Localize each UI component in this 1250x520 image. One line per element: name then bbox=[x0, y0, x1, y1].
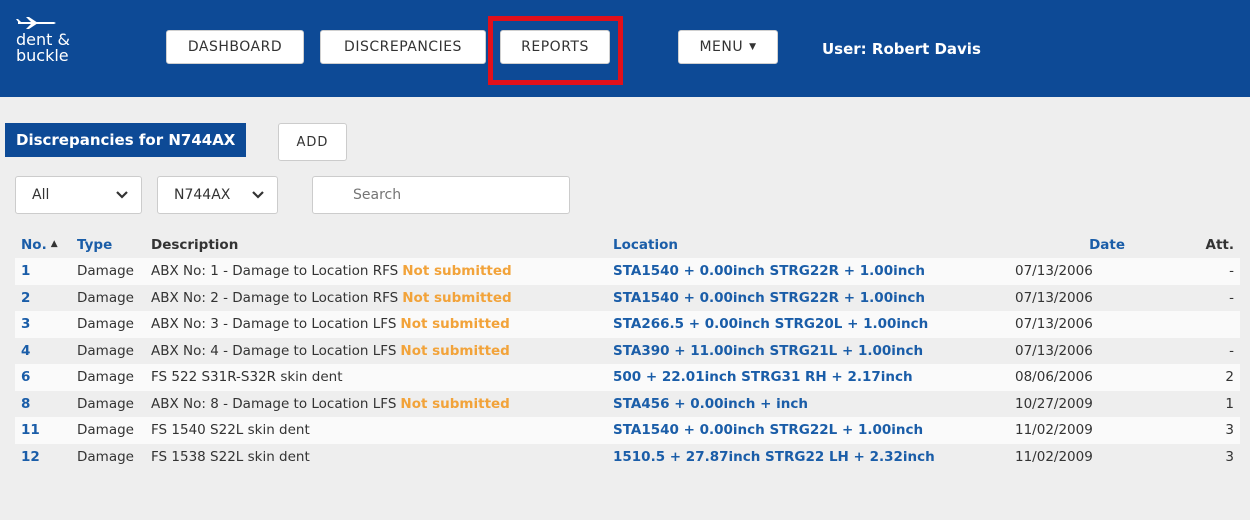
table-row[interactable]: 4 Damage ABX No: 4 - Damage to Location LF… bbox=[15, 337, 1240, 364]
table-row[interactable]: 3 Damage ABX No: 3 - Damage to Location LF… bbox=[15, 311, 1240, 338]
status-badge: Not submitted bbox=[402, 263, 512, 280]
aircraft-filter-select[interactable]: N744AX bbox=[157, 176, 278, 214]
airplane-icon bbox=[16, 17, 56, 29]
column-header-date[interactable]: Date bbox=[949, 232, 1131, 258]
sort-asc-icon: ▲ bbox=[50, 239, 58, 249]
table-row[interactable]: 11 Damage FS 1540 S22L skin dent STA1540 + … bbox=[15, 417, 1240, 444]
row-description-cell: ABX No: 8 - Damage to Location LFS Not su… bbox=[145, 390, 607, 417]
row-attachments: - bbox=[1131, 337, 1240, 364]
table-header-row: No. ▲ Type Description Location Date Att. bbox=[15, 232, 1240, 258]
row-location-link[interactable]: STA1540 + 0.00inch STRG22R + 1.00inch bbox=[607, 258, 949, 285]
discrepancies-table: No. ▲ Type Description Location Date Att.… bbox=[15, 232, 1240, 470]
row-type: Damage bbox=[71, 337, 145, 364]
caret-down-icon: ▼ bbox=[749, 42, 757, 52]
menu-label: MENU bbox=[699, 39, 744, 55]
table-row[interactable]: 2 Damage ABX No: 2 - Damage to Location RF… bbox=[15, 284, 1240, 311]
row-date: 08/06/2006 bbox=[949, 364, 1131, 391]
table-row[interactable]: 12 Damage FS 1538 S22L skin dent 1510.5 + 2… bbox=[15, 443, 1240, 470]
table-row[interactable]: 8 Damage ABX No: 8 - Damage to Location LF… bbox=[15, 390, 1240, 417]
row-attachments: - bbox=[1131, 258, 1240, 285]
row-description: ABX No: 4 - Damage to Location LFS bbox=[151, 342, 397, 359]
user-label: User: Robert Davis bbox=[822, 40, 981, 58]
discrepancies-button[interactable]: DISCREPANCIES bbox=[320, 30, 486, 64]
row-type: Damage bbox=[71, 443, 145, 470]
row-number-link[interactable]: 6 bbox=[15, 364, 71, 391]
row-description-cell: FS 1540 S22L skin dent bbox=[145, 417, 607, 444]
row-description: ABX No: 8 - Damage to Location LFS bbox=[151, 395, 397, 412]
row-attachments: 3 bbox=[1131, 417, 1240, 444]
reports-highlight-box bbox=[488, 16, 623, 85]
row-attachments: 1 bbox=[1131, 390, 1240, 417]
row-attachments bbox=[1131, 311, 1240, 338]
row-type: Damage bbox=[71, 284, 145, 311]
row-description: FS 522 S31R-S32R skin dent bbox=[151, 369, 343, 386]
row-description: FS 1540 S22L skin dent bbox=[151, 422, 310, 439]
row-date: 07/13/2006 bbox=[949, 258, 1131, 285]
row-location-link[interactable]: 500 + 22.01inch STRG31 RH + 2.17inch bbox=[607, 364, 949, 391]
row-description-cell: ABX No: 4 - Damage to Location LFS Not su… bbox=[145, 337, 607, 364]
row-number-link[interactable]: 8 bbox=[15, 390, 71, 417]
row-attachments: 3 bbox=[1131, 443, 1240, 470]
top-navbar: dent & buckle DASHBOARD DISCREPANCIES RE… bbox=[0, 0, 1250, 97]
row-description: ABX No: 3 - Damage to Location LFS bbox=[151, 316, 397, 333]
row-location-link[interactable]: 1510.5 + 27.87inch STRG22 LH + 2.32inch bbox=[607, 443, 949, 470]
row-number-link[interactable]: 3 bbox=[15, 311, 71, 338]
type-filter-value: All bbox=[32, 187, 50, 203]
row-date: 07/13/2006 bbox=[949, 284, 1131, 311]
table-row[interactable]: 1 Damage ABX No: 1 - Damage to Location RF… bbox=[15, 258, 1240, 285]
dashboard-button[interactable]: DASHBOARD bbox=[166, 30, 304, 64]
status-badge: Not submitted bbox=[400, 316, 510, 333]
row-location-link[interactable]: STA390 + 11.00inch STRG21L + 1.00inch bbox=[607, 337, 949, 364]
row-type: Damage bbox=[71, 364, 145, 391]
chevron-down-icon bbox=[116, 191, 128, 199]
row-type: Damage bbox=[71, 417, 145, 444]
type-filter-select[interactable]: All bbox=[15, 176, 142, 214]
aircraft-filter-value: N744AX bbox=[174, 187, 231, 203]
dent-buckle-logo[interactable]: dent & buckle bbox=[14, 14, 114, 84]
row-date: 11/02/2009 bbox=[949, 417, 1131, 444]
row-date: 07/13/2006 bbox=[949, 337, 1131, 364]
chevron-down-icon bbox=[252, 191, 264, 199]
column-header-description[interactable]: Description bbox=[145, 232, 607, 258]
row-description-cell: FS 522 S31R-S32R skin dent bbox=[145, 364, 607, 391]
row-location-link[interactable]: STA456 + 0.00inch + inch bbox=[607, 390, 949, 417]
row-location-link[interactable]: STA1540 + 0.00inch STRG22R + 1.00inch bbox=[607, 284, 949, 311]
status-badge: Not submitted bbox=[400, 342, 510, 359]
row-number-link[interactable]: 2 bbox=[15, 284, 71, 311]
page-title: Discrepancies for N744AX bbox=[5, 123, 247, 157]
status-badge: Not submitted bbox=[402, 289, 512, 306]
row-description: ABX No: 1 - Damage to Location RFS bbox=[151, 263, 399, 280]
row-description-cell: ABX No: 1 - Damage to Location RFS Not su… bbox=[145, 258, 607, 285]
row-location-link[interactable]: STA1540 + 0.00inch STRG22L + 1.00inch bbox=[607, 417, 949, 444]
row-location-link[interactable]: STA266.5 + 0.00inch STRG20L + 1.00inch bbox=[607, 311, 949, 338]
row-attachments: 2 bbox=[1131, 364, 1240, 391]
row-type: Damage bbox=[71, 311, 145, 338]
row-description: FS 1538 S22L skin dent bbox=[151, 448, 310, 465]
row-description-cell: FS 1538 S22L skin dent bbox=[145, 443, 607, 470]
row-description-cell: ABX No: 3 - Damage to Location LFS Not su… bbox=[145, 311, 607, 338]
row-number-link[interactable]: 11 bbox=[15, 417, 71, 444]
column-header-type[interactable]: Type bbox=[71, 232, 145, 258]
row-date: 11/02/2009 bbox=[949, 443, 1131, 470]
search-input[interactable] bbox=[312, 176, 570, 214]
row-number-link[interactable]: 1 bbox=[15, 258, 71, 285]
row-description-cell: ABX No: 2 - Damage to Location RFS Not su… bbox=[145, 284, 607, 311]
table-row[interactable]: 6 Damage FS 522 S31R-S32R skin dent 500 + 2… bbox=[15, 364, 1240, 391]
column-header-no[interactable]: No. ▲ bbox=[15, 232, 71, 258]
row-type: Damage bbox=[71, 390, 145, 417]
row-description: ABX No: 2 - Damage to Location RFS bbox=[151, 289, 399, 306]
column-header-att[interactable]: Att. bbox=[1131, 232, 1240, 258]
status-badge: Not submitted bbox=[400, 395, 510, 412]
row-number-link[interactable]: 12 bbox=[15, 443, 71, 470]
add-button[interactable]: ADD bbox=[278, 123, 347, 161]
row-type: Damage bbox=[71, 258, 145, 285]
row-date: 10/27/2009 bbox=[949, 390, 1131, 417]
row-date: 07/13/2006 bbox=[949, 311, 1131, 338]
logo-text: dent & buckle bbox=[16, 30, 70, 65]
row-attachments: - bbox=[1131, 284, 1240, 311]
menu-button[interactable]: MENU ▼ bbox=[678, 30, 778, 64]
row-number-link[interactable]: 4 bbox=[15, 337, 71, 364]
column-header-location[interactable]: Location bbox=[607, 232, 949, 258]
